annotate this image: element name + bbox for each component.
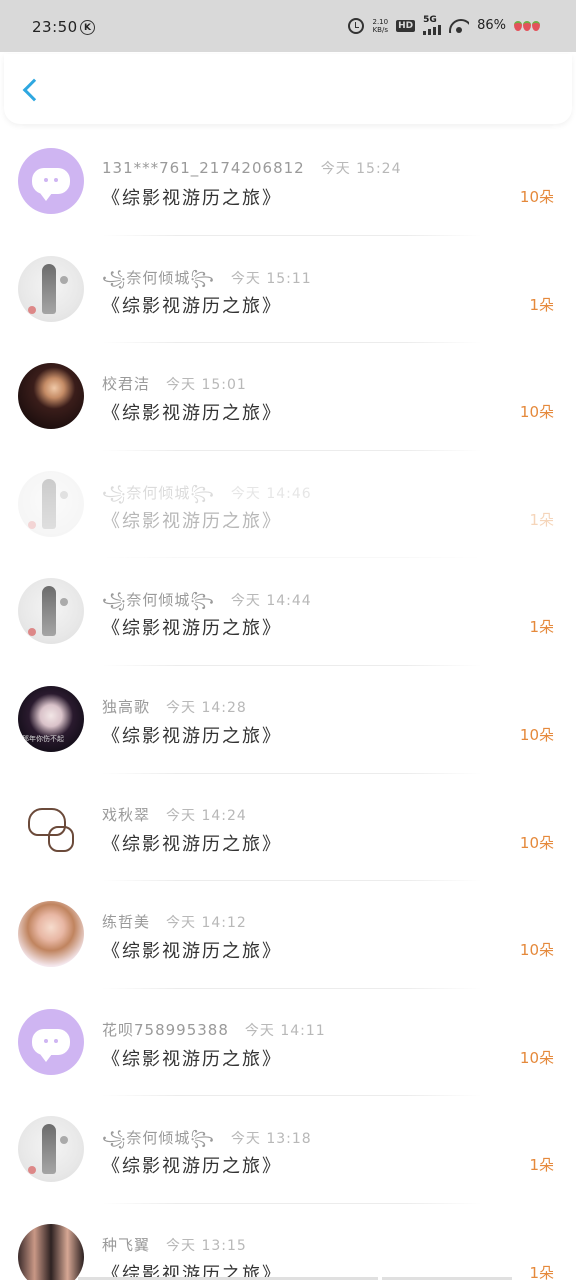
network-speed: 2.10 KB/s [372, 18, 388, 34]
chat-bubble-icon [32, 168, 70, 201]
avatar[interactable] [18, 255, 84, 322]
record-time: 今天 15:24 [320, 161, 402, 177]
list-item[interactable]: 戏秋翠 今天 14:24 《综影视游历之旅》 10朵 [0, 774, 576, 882]
status-bar: 23:50 K 2.10 KB/s HD 5G 86% [0, 0, 576, 52]
alarm-icon [348, 17, 365, 34]
user-name-text: 练哲美 [102, 913, 151, 932]
k-badge-icon: K [80, 20, 95, 35]
user-name: 花呗758995388 今天 14:11 [102, 1019, 326, 1040]
list-item[interactable]: 种飞翼 今天 13:15 《综影视游历之旅》 1朵 [0, 1204, 576, 1280]
book-title: 《综影视游历之旅》 [102, 403, 282, 425]
user-name-text: 131***761_2174206812 [102, 159, 305, 177]
user-name-text: ꧁奈何倾城꧂ [102, 483, 215, 502]
book-title: 《综影视游历之旅》 [102, 295, 282, 317]
avatar[interactable] [18, 578, 84, 645]
flower-amount: 10朵 [519, 1048, 554, 1067]
book-title: 《综影视游历之旅》 [102, 510, 282, 532]
flower-amount: 10朵 [519, 403, 554, 422]
record-time: 今天 14:46 [230, 485, 312, 502]
book-title: 《综影视游历之旅》 [102, 1048, 282, 1070]
top-bar [4, 54, 572, 124]
user-name: 131***761_2174206812 今天 15:24 [102, 158, 402, 178]
list-item[interactable]: ꧁奈何倾城꧂ 今天 14:46 《综影视游历之旅》 1朵 [0, 451, 576, 559]
user-name-text: ꧁奈何倾城꧂ [102, 268, 215, 287]
signal-icon: 5G [423, 15, 442, 35]
battery-level: 86% [477, 18, 506, 33]
flower-amount: 10朵 [519, 188, 554, 206]
network-speed-value: 2.10 [372, 17, 389, 26]
flower-amount: 1朵 [529, 295, 554, 314]
flower-amount: 10朵 [519, 833, 554, 852]
record-time: 今天 14:28 [166, 699, 247, 716]
user-name-text: 花呗758995388 [102, 1020, 229, 1039]
avatar[interactable] [18, 1008, 84, 1075]
record-time: 今天 15:01 [166, 377, 247, 394]
book-title: 《综影视游历之旅》 [102, 188, 282, 209]
record-time: 今天 14:44 [230, 593, 312, 610]
user-name-text: 独高歌 [102, 697, 151, 716]
list-item[interactable]: ꧁奈何倾城꧂ 今天 13:18 《综影视游历之旅》 1朵 [0, 1096, 576, 1204]
list-item[interactable]: ꧁奈何倾城꧂ 今天 15:11 《综影视游历之旅》 1朵 [0, 236, 576, 344]
book-title: 《综影视游历之旅》 [102, 618, 282, 640]
strawberry-icon [514, 20, 540, 31]
avatar-caption: 那年你伤不起 [22, 734, 64, 743]
record-time: 今天 13:18 [230, 1131, 312, 1148]
record-time: 今天 14:12 [166, 915, 247, 932]
record-time: 今天 14:11 [244, 1022, 326, 1039]
user-name-text: 戏秋翠 [102, 805, 151, 824]
network-type: 5G [423, 15, 437, 25]
flower-amount: 10朵 [519, 941, 554, 960]
book-title: 《综影视游历之旅》 [102, 1156, 282, 1178]
user-name: 校君洁 今天 15:01 [102, 373, 247, 394]
status-time: 23:50 [32, 18, 78, 36]
avatar[interactable] [18, 470, 84, 537]
book-title: 《综影视游历之旅》 [102, 833, 282, 855]
user-name: 戏秋翠 今天 14:24 [102, 804, 247, 825]
avatar[interactable] [18, 901, 84, 968]
user-name-text: ꧁奈何倾城꧂ [102, 1129, 215, 1148]
user-name-text: ꧁奈何倾城꧂ [102, 591, 215, 610]
avatar[interactable] [18, 148, 84, 214]
flower-amount: 1朵 [529, 1156, 554, 1175]
flower-amount: 1朵 [529, 1263, 554, 1280]
user-name-text: 种飞翼 [102, 1235, 151, 1254]
record-time: 今天 14:24 [166, 807, 247, 824]
list-item[interactable]: 131***761_2174206812 今天 15:24 《综影视游历之旅》 1… [0, 128, 576, 236]
list-item[interactable]: 校君洁 今天 15:01 《综影视游历之旅》 10朵 [0, 343, 576, 451]
status-icons: 2.10 KB/s HD 5G 86% [348, 16, 540, 35]
avatar[interactable] [18, 1223, 84, 1280]
user-name: 独高歌 今天 14:28 [102, 696, 247, 717]
list-item[interactable]: 花呗758995388 今天 14:11 《综影视游历之旅》 10朵 [0, 989, 576, 1097]
user-name: 练哲美 今天 14:12 [102, 911, 247, 932]
list-item[interactable]: ꧁奈何倾城꧂ 今天 14:44 《综影视游历之旅》 1朵 [0, 558, 576, 666]
network-speed-unit: KB/s [372, 25, 388, 34]
list-item[interactable]: 那年你伤不起 独高歌 今天 14:28 《综影视游历之旅》 10朵 [0, 666, 576, 774]
wifi-icon [449, 18, 470, 33]
avatar[interactable]: 那年你伤不起 [18, 685, 84, 752]
hd-icon: HD [396, 19, 416, 32]
flower-amount: 10朵 [519, 725, 554, 744]
user-name-text: 校君洁 [102, 375, 151, 394]
gift-record-list: 131***761_2174206812 今天 15:24 《综影视游历之旅》 1… [0, 128, 576, 1280]
avatar[interactable] [18, 1116, 84, 1183]
avatar[interactable] [18, 793, 84, 860]
avatar[interactable] [18, 363, 84, 430]
book-title: 《综影视游历之旅》 [102, 941, 282, 963]
list-item[interactable]: 练哲美 今天 14:12 《综影视游历之旅》 10朵 [0, 881, 576, 989]
record-time: 今天 15:11 [230, 270, 312, 287]
flower-amount: 1朵 [529, 510, 554, 529]
chat-bubble-icon [32, 1028, 70, 1062]
user-name: 种飞翼 今天 13:15 [102, 1234, 247, 1255]
chevron-left-icon[interactable] [22, 78, 46, 102]
book-title: 《综影视游历之旅》 [102, 725, 282, 747]
record-time: 今天 13:15 [166, 1237, 247, 1254]
flower-amount: 1朵 [529, 618, 554, 637]
